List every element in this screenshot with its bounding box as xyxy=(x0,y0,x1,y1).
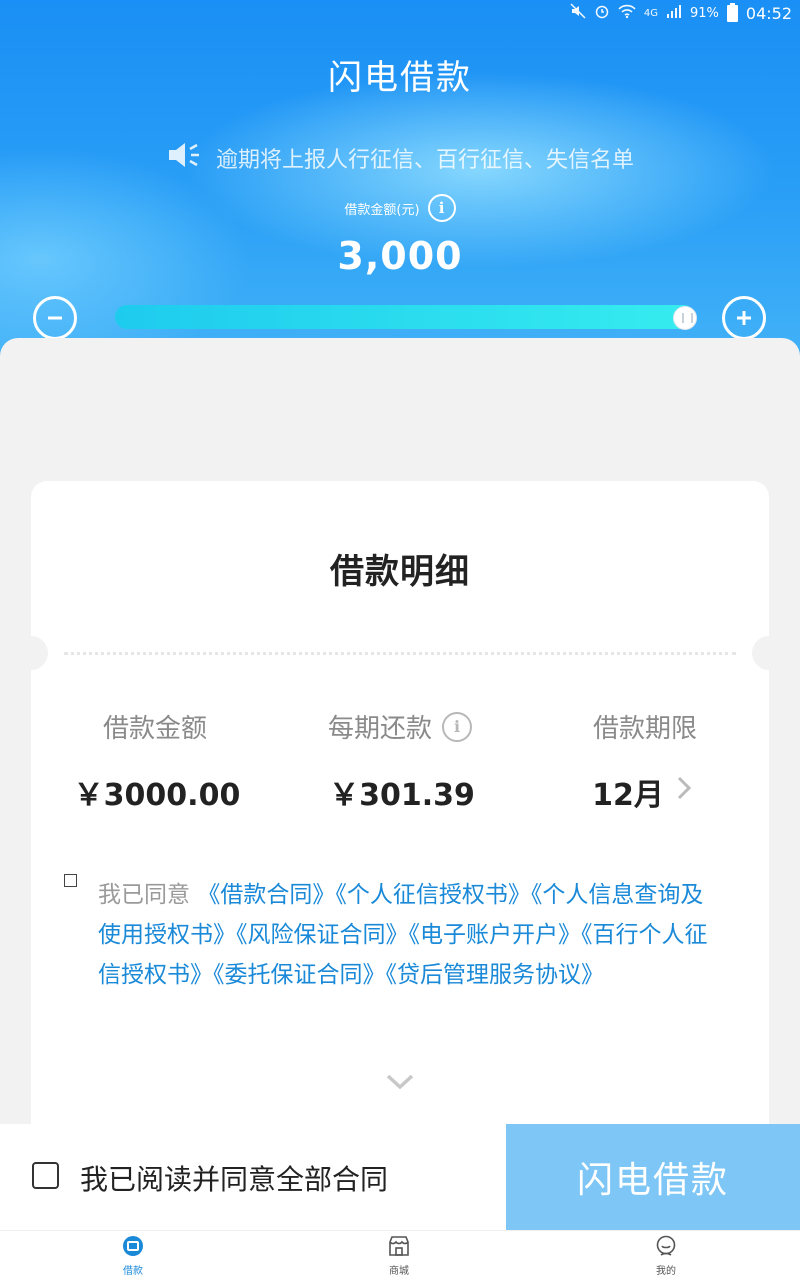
minus-icon xyxy=(48,316,62,320)
profile-icon xyxy=(656,1235,676,1256)
agreement-checkbox[interactable] xyxy=(64,874,77,887)
term-selector[interactable]: 12月 xyxy=(523,770,763,814)
card-notch-left xyxy=(14,636,48,670)
installment-column-label: 每期还款 xyxy=(327,714,432,744)
decrease-button[interactable] xyxy=(33,296,77,340)
mute-icon xyxy=(570,3,586,23)
amount-value: ￥3000.00 xyxy=(37,770,277,814)
tab-loan-label: 借款 xyxy=(123,1266,143,1277)
tab-profile[interactable]: 我的 xyxy=(626,1234,706,1277)
expand-chevron-down-icon[interactable] xyxy=(383,1070,417,1094)
loan-amount: 3,000 xyxy=(337,234,463,278)
card-notch-right xyxy=(752,636,786,670)
submit-loan-button[interactable]: 闪电借款 xyxy=(506,1124,800,1230)
battery-icon xyxy=(726,2,738,22)
column-label-installment: 每期还款 i xyxy=(280,708,520,745)
link-entrusted-guarantee-contract[interactable]: 《委托保证合同》 xyxy=(213,962,386,988)
column-label-amount: 借款金额 xyxy=(35,708,275,745)
amount-slider[interactable] xyxy=(115,305,695,329)
amount-column-label: 借款金额 xyxy=(102,714,207,744)
link-e-account-opening[interactable]: 《电子账户开户》 xyxy=(409,922,582,948)
signal-icon xyxy=(666,3,682,23)
wifi-icon xyxy=(618,3,636,23)
amount-value-text: ￥3000.00 xyxy=(73,778,241,813)
link-credit-authorization[interactable]: 《个人征信授权书》 xyxy=(335,882,531,908)
installment-value-text: ￥301.39 xyxy=(329,778,475,813)
tab-profile-label: 我的 xyxy=(656,1266,676,1277)
slider-handle[interactable] xyxy=(673,306,697,330)
shop-icon xyxy=(389,1236,409,1256)
loan-icon xyxy=(123,1236,143,1256)
tab-loan[interactable]: 借款 xyxy=(93,1234,173,1277)
network-label: 4G xyxy=(643,7,658,19)
plus-icon xyxy=(737,311,751,325)
amount-label-text: 借款金额(元) xyxy=(344,202,420,218)
page-title: 闪电借款 xyxy=(328,58,472,98)
link-loan-contract[interactable]: 《借款合同》 xyxy=(197,882,335,908)
clock: 04:52 xyxy=(745,3,792,23)
amount-label: 借款金额(元) i xyxy=(0,194,800,222)
agreement-text: 我已同意 《借款合同》《个人征信授权书》《个人信息查询及使用授权书》《风险保证合… xyxy=(98,875,708,995)
link-post-loan-service-agreement[interactable]: 《贷后管理服务协议》 xyxy=(386,962,605,988)
link-risk-guarantee-contract[interactable]: 《风险保证合同》 xyxy=(236,922,409,948)
term-column-label: 借款期限 xyxy=(592,714,697,744)
installment-value: ￥301.39 xyxy=(282,770,522,814)
info-icon[interactable]: i xyxy=(427,194,456,222)
term-value-text: 12月 xyxy=(592,778,664,813)
tab-shop[interactable]: 商城 xyxy=(359,1234,439,1277)
detail-title: 借款明细 xyxy=(330,552,470,592)
notice-text: 逾期将上报人行征信、百行征信、失信名单 xyxy=(215,148,634,173)
increase-button[interactable] xyxy=(722,296,766,340)
column-label-term: 借款期限 xyxy=(525,708,765,745)
agree-all-label[interactable]: 我已阅读并同意全部合同 xyxy=(80,1158,388,1198)
speaker-icon xyxy=(166,140,202,176)
overdue-notice: 逾期将上报人行征信、百行征信、失信名单 xyxy=(0,140,800,176)
battery-percent: 91% xyxy=(689,5,719,21)
slider-fill xyxy=(115,305,695,329)
tab-shop-label: 商城 xyxy=(389,1266,409,1277)
divider xyxy=(64,652,736,655)
agree-all-checkbox[interactable] xyxy=(32,1162,59,1189)
agreement-prefix: 我已同意 xyxy=(98,882,190,908)
header: 4G 91% 04:52 闪电借款 逾期将上报人行征信、百行征信、失信名单 借款… xyxy=(0,0,800,360)
chevron-right-icon xyxy=(674,773,694,811)
status-bar: 4G 91% 04:52 xyxy=(0,0,800,26)
alarm-icon xyxy=(594,3,610,23)
installment-info-icon[interactable]: i xyxy=(442,711,472,742)
